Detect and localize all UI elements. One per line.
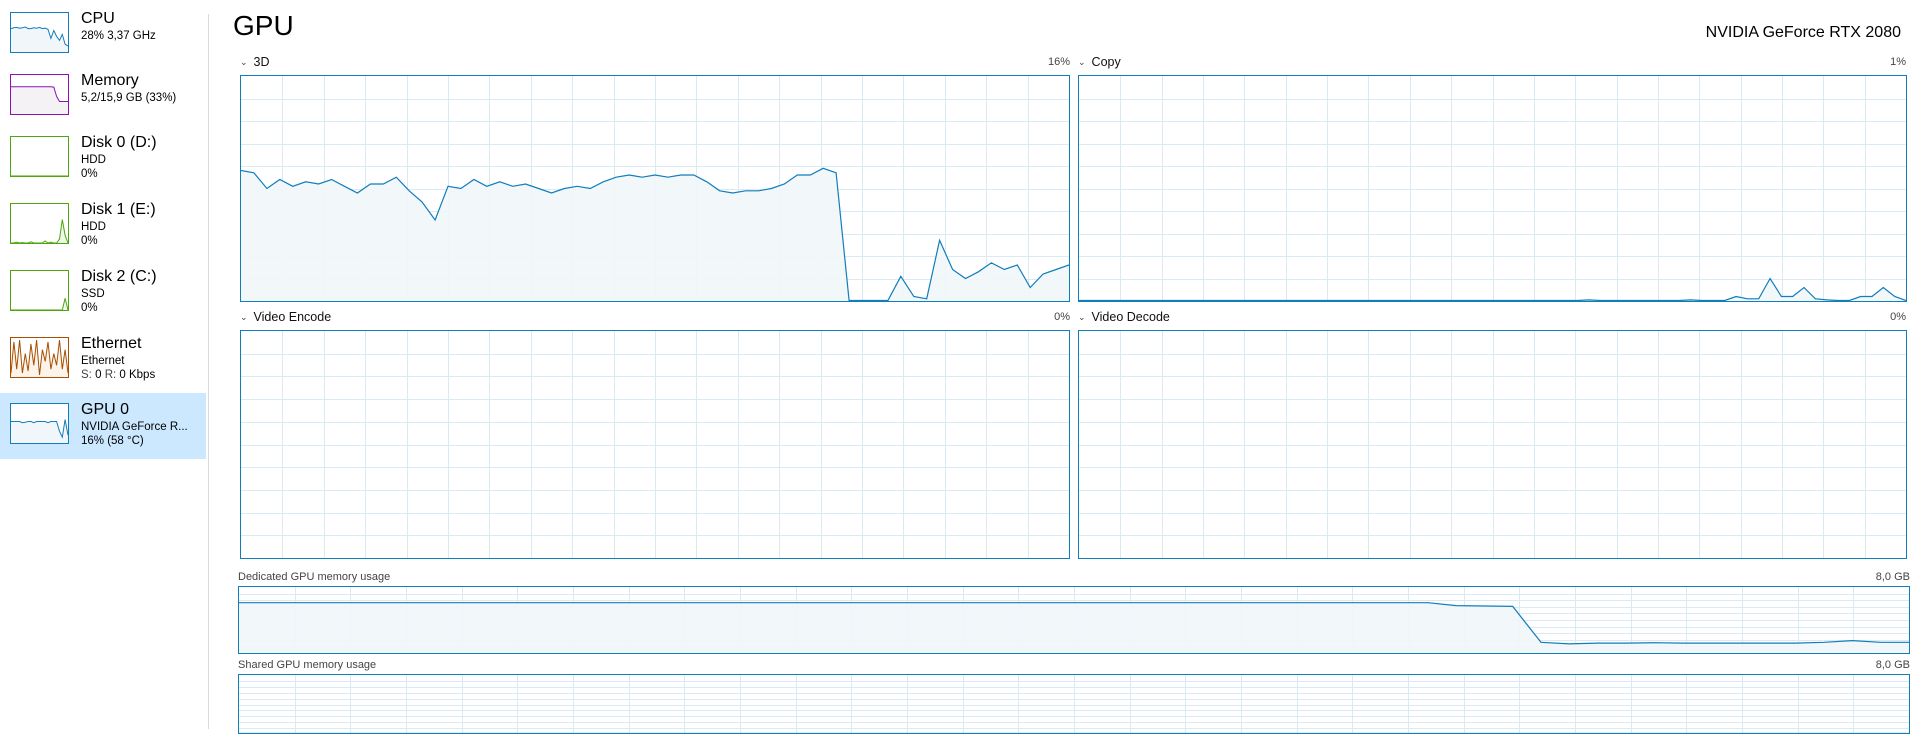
- receive-label: R:: [105, 369, 117, 381]
- gpu-0-sparkline: [10, 403, 69, 444]
- page-title: GPU: [233, 10, 294, 42]
- shared-memory-label: Shared GPU memory usage: [238, 659, 376, 671]
- graph-3d: [240, 75, 1070, 302]
- sparkline-frame: [11, 137, 69, 177]
- cpu-sparkline: [10, 12, 69, 53]
- sidebar-item-title: Memory: [81, 72, 139, 90]
- sidebar-item-detail: HDD: [81, 221, 106, 233]
- engine-label: Video Encode: [254, 310, 332, 324]
- chevron-down-icon: ⌄: [240, 312, 248, 323]
- sidebar-item-title: Disk 2 (C:): [81, 268, 157, 286]
- sidebar-item-value: S: 0 R: 0 Kbps: [81, 369, 155, 381]
- sidebar-item-detail: Ethernet: [81, 355, 124, 367]
- sidebar-item-value: 16% (58 °C): [81, 435, 144, 447]
- sidebar-item-title: CPU: [81, 10, 115, 28]
- graph-dedicated-memory: [238, 586, 1910, 654]
- sidebar-item-disk-1[interactable]: Disk 1 (E:) HDD 0%: [0, 199, 206, 265]
- sidebar-item-value: 0%: [81, 302, 98, 314]
- graph-video-decode: [1078, 330, 1907, 559]
- sidebar-item-detail: HDD: [81, 154, 106, 166]
- sidebar-item-disk-0[interactable]: Disk 0 (D:) HDD 0%: [0, 132, 206, 198]
- engine-selector-video-encode[interactable]: ⌄ Video Encode: [240, 310, 331, 324]
- sidebar: CPU 28% 3,37 GHz Memory 5,2/15,9 GB (33%…: [0, 0, 206, 725]
- disk-0-sparkline: [10, 136, 69, 177]
- engine-max: 0%: [1000, 311, 1070, 323]
- engine-max: 0%: [1836, 311, 1906, 323]
- sidebar-item-title: Disk 0 (D:): [81, 134, 157, 152]
- engine-label: Copy: [1092, 55, 1121, 69]
- graph-shared-memory: [238, 674, 1910, 734]
- dedicated-memory-max: 8,0 GB: [1836, 571, 1910, 583]
- disk-1-sparkline: [10, 203, 69, 244]
- sidebar-item-title: GPU 0: [81, 401, 129, 419]
- engine-selector-3d[interactable]: ⌄ 3D: [240, 55, 270, 69]
- sidebar-item-detail: SSD: [81, 288, 105, 300]
- engine-max: 16%: [1000, 56, 1070, 68]
- receive-value: 0 Kbps: [119, 369, 155, 381]
- sidebar-item-cpu[interactable]: CPU 28% 3,37 GHz: [0, 8, 206, 74]
- chevron-down-icon: ⌄: [1078, 312, 1086, 323]
- graph-video-encode: [240, 330, 1070, 559]
- sidebar-divider: [208, 14, 209, 729]
- sidebar-item-detail: NVIDIA GeForce R...: [81, 421, 188, 433]
- sidebar-item-disk-2[interactable]: Disk 2 (C:) SSD 0%: [0, 266, 206, 332]
- engine-label: 3D: [254, 55, 270, 69]
- sidebar-item-title: Ethernet: [81, 335, 141, 353]
- disk-2-sparkline: [10, 270, 69, 311]
- sidebar-item-detail: 5,2/15,9 GB (33%): [81, 92, 176, 104]
- send-value: 0: [95, 369, 101, 381]
- engine-selector-video-decode[interactable]: ⌄ Video Decode: [1078, 310, 1170, 324]
- sidebar-item-gpu-0[interactable]: GPU 0 NVIDIA GeForce R... 16% (58 °C): [0, 393, 206, 459]
- memory-sparkline: [10, 74, 69, 115]
- graph-copy: [1078, 75, 1907, 302]
- sidebar-item-value: 0%: [81, 235, 98, 247]
- send-label: S:: [81, 369, 92, 381]
- sidebar-item-title: Disk 1 (E:): [81, 201, 156, 219]
- chevron-down-icon: ⌄: [240, 57, 248, 68]
- engine-label: Video Decode: [1092, 310, 1170, 324]
- engine-selector-copy[interactable]: ⌄ Copy: [1078, 55, 1121, 69]
- sparkline-frame: [11, 271, 69, 311]
- dedicated-memory-label: Dedicated GPU memory usage: [238, 571, 390, 583]
- gpu-model-name: NVIDIA GeForce RTX 2080: [1706, 24, 1901, 42]
- sidebar-item-value: 0%: [81, 168, 98, 180]
- engine-max: 1%: [1836, 56, 1906, 68]
- chevron-down-icon: ⌄: [1078, 57, 1086, 68]
- shared-memory-max: 8,0 GB: [1836, 659, 1910, 671]
- sidebar-item-memory[interactable]: Memory 5,2/15,9 GB (33%): [0, 70, 206, 136]
- ethernet-sparkline: [10, 337, 69, 378]
- sidebar-item-detail: 28% 3,37 GHz: [81, 30, 156, 42]
- sidebar-item-ethernet[interactable]: Ethernet Ethernet S: 0 R: 0 Kbps: [0, 333, 206, 399]
